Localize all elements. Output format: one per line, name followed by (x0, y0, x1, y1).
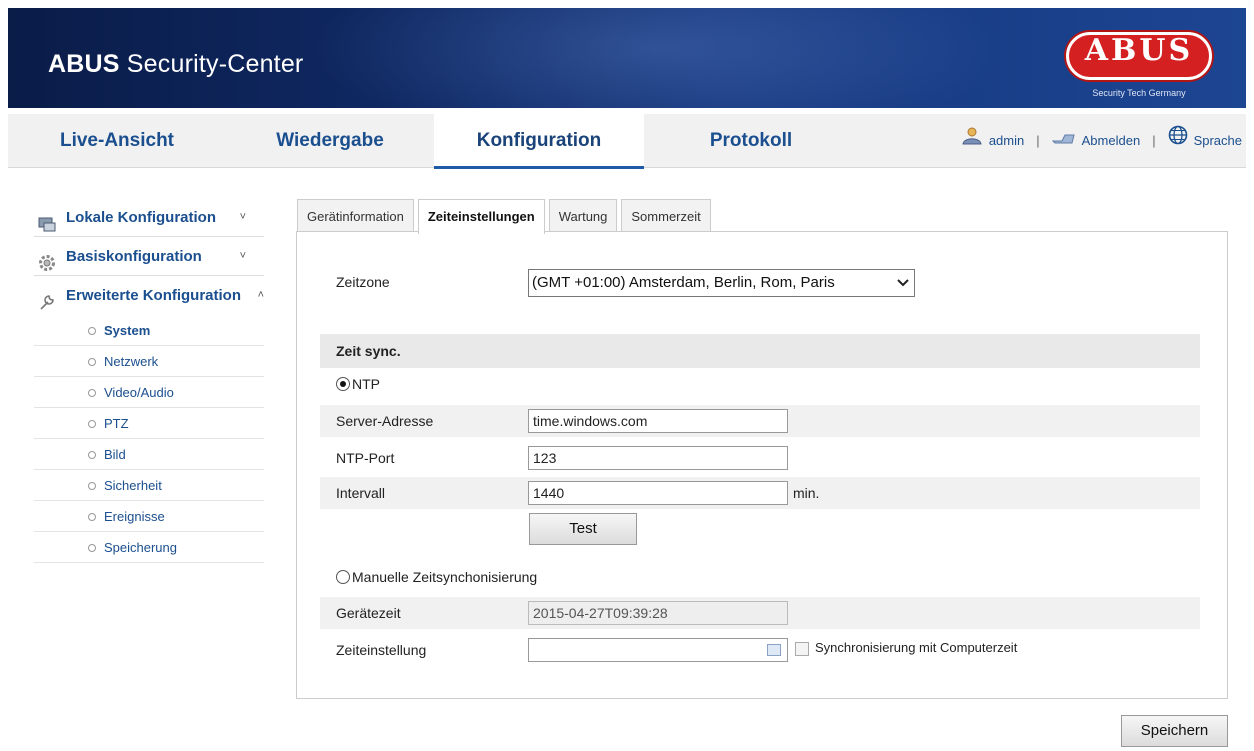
nav-tab-configuration[interactable]: Konfiguration (434, 114, 644, 169)
sidebar-item-video-audio[interactable]: Video/Audio (34, 377, 264, 408)
set-time-input[interactable] (528, 638, 788, 662)
logo-subtitle: Security Tech Germany (1092, 88, 1186, 98)
ntp-label: NTP (352, 376, 380, 392)
header-banner: ABUS Security-Center ABUS Security Tech … (8, 8, 1246, 108)
language-link[interactable]: Sprache (1194, 114, 1242, 168)
device-time-label: Gerätezeit (336, 605, 401, 621)
logout-link[interactable]: Abmelden (1082, 114, 1141, 168)
bullet-icon (88, 327, 96, 335)
gear-icon (38, 248, 56, 271)
ntp-port-label: NTP-Port (336, 450, 395, 466)
timezone-label: Zeitzone (336, 274, 390, 290)
sidebar-item-security[interactable]: Sicherheit (34, 470, 264, 501)
set-time-label: Zeiteinstellung (336, 642, 427, 658)
sidebar-item-system[interactable]: System (34, 315, 264, 346)
sidebar-group-label: Basiskonfiguration (66, 248, 202, 265)
nav-tab-playback[interactable]: Wiedergabe (226, 114, 434, 168)
sidebar-item-image[interactable]: Bild (34, 439, 264, 470)
logo-text: ABUS (1084, 33, 1194, 68)
chevron-down-icon: ˅ (239, 211, 246, 223)
device-time-field: 2015-04-27T09:39:28 (528, 601, 788, 625)
user-menu: admin | Abmelden | Sprache (961, 114, 1242, 168)
bullet-icon (88, 389, 96, 397)
abus-logo: ABUS Security Tech Germany (1054, 26, 1224, 102)
sidebar-item-network[interactable]: Netzwerk (34, 346, 264, 377)
chevron-down-icon: ˅ (239, 250, 246, 262)
server-address-input[interactable]: time.windows.com (528, 409, 788, 433)
calendar-icon[interactable] (767, 644, 781, 656)
interval-label: Intervall (336, 485, 386, 501)
globe-icon (1168, 114, 1188, 168)
manual-sync-label: Manuelle Zeitsynchonisierung (352, 569, 538, 585)
sync-section-header (320, 334, 1200, 368)
sidebar-group-local-config[interactable]: Lokale Konfiguration ˅ (34, 198, 264, 237)
server-address-label: Server-Adresse (336, 413, 434, 429)
monitor-icon (38, 209, 56, 232)
bullet-icon (88, 358, 96, 366)
nav-tab-live-view[interactable]: Live-Ansicht (8, 114, 226, 168)
sync-with-computer-label: Synchronisierung mit Computerzeit (815, 640, 1018, 655)
test-button[interactable]: Test (529, 513, 637, 545)
chevron-up-icon: ˄ (257, 289, 264, 301)
bullet-icon (88, 451, 96, 459)
sidebar-group-label: Erweiterte Konfiguration (66, 287, 242, 304)
app-title: ABUS Security-Center (48, 50, 304, 78)
sidebar-item-events[interactable]: Ereignisse (34, 501, 264, 532)
user-icon (961, 114, 983, 168)
tab-time-settings[interactable]: Zeiteinstellungen (417, 199, 545, 234)
sidebar-group-label: Lokale Konfiguration (66, 209, 216, 226)
sidebar-item-storage[interactable]: Speicherung (34, 532, 264, 563)
tab-maintenance[interactable]: Wartung (548, 199, 618, 232)
bullet-icon (88, 513, 96, 521)
interval-input[interactable]: 1440 (528, 481, 788, 505)
ntp-port-input[interactable]: 123 (528, 446, 788, 470)
separator: | (1152, 133, 1156, 148)
bullet-icon (88, 420, 96, 428)
sync-with-computer-checkbox[interactable] (795, 642, 809, 656)
username-link[interactable]: admin (989, 114, 1024, 168)
sidebar-group-advanced-config[interactable]: Erweiterte Konfiguration ˄ (34, 276, 264, 315)
sidebar: Lokale Konfiguration ˅ Basiskonfiguratio… (34, 198, 264, 563)
logout-icon (1051, 114, 1076, 168)
sidebar-group-basic-config[interactable]: Basiskonfiguration ˅ (34, 237, 264, 276)
wrench-icon (38, 287, 56, 310)
sidebar-item-ptz[interactable]: PTZ (34, 408, 264, 439)
timezone-value: (GMT +01:00) Amsterdam, Berlin, Rom, Par… (532, 274, 835, 291)
top-nav: Live-Ansicht Wiedergabe Konfiguration Pr… (8, 114, 1246, 169)
bullet-icon (88, 544, 96, 552)
save-button[interactable]: Speichern (1121, 715, 1228, 747)
nav-tab-log[interactable]: Protokoll (644, 114, 858, 168)
sync-section-title: Zeit sync. (336, 343, 401, 359)
timezone-select[interactable]: (GMT +01:00) Amsterdam, Berlin, Rom, Par… (528, 269, 915, 297)
interval-unit: min. (793, 485, 820, 501)
ntp-radio[interactable] (336, 377, 350, 391)
bullet-icon (88, 482, 96, 490)
chevron-down-icon (896, 270, 910, 304)
manual-sync-radio[interactable] (336, 570, 350, 584)
tab-device-info[interactable]: Gerätinformation (297, 199, 414, 232)
settings-tabs: Gerätinformation Zeiteinstellungen Wartu… (297, 199, 715, 234)
tab-dst[interactable]: Sommerzeit (621, 199, 711, 232)
separator: | (1036, 133, 1040, 148)
